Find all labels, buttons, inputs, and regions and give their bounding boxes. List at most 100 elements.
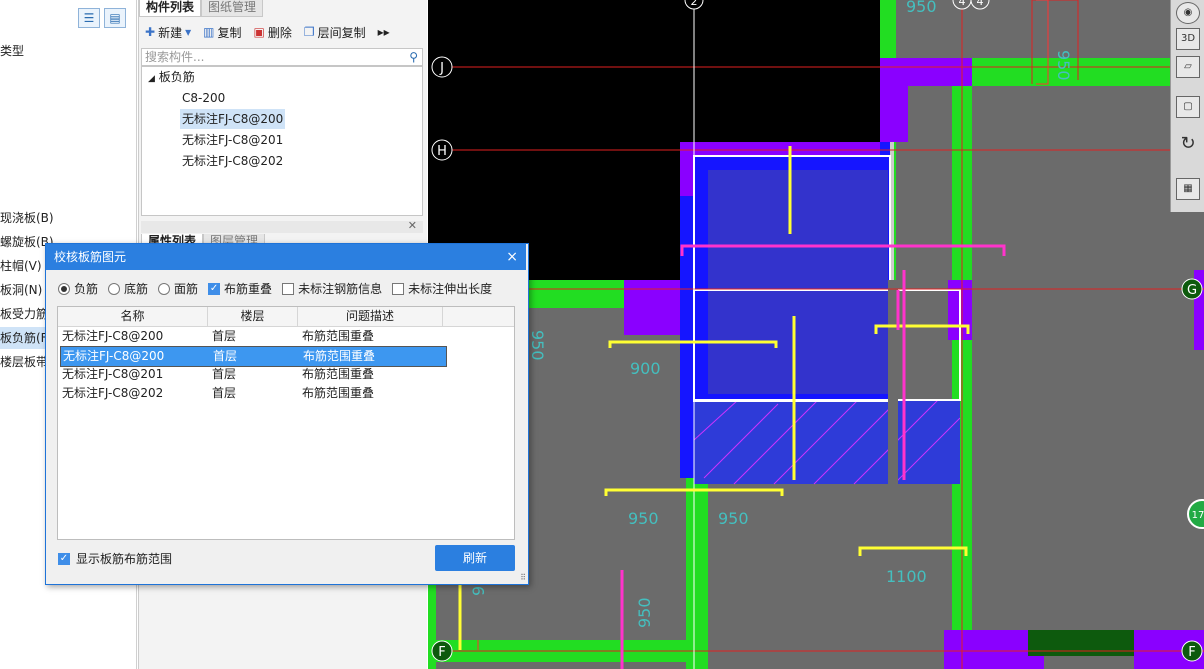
cell-issue: 布筋范围重叠 xyxy=(302,329,375,343)
copy-button[interactable]: ▥ 复制 xyxy=(203,24,241,41)
panel-splitter[interactable]: ✕ xyxy=(141,219,423,233)
new-icon: ✚ xyxy=(145,25,156,39)
column-header-issue[interactable]: 问题描述 xyxy=(298,307,443,326)
orbit-icon[interactable]: ◉ xyxy=(1176,2,1200,24)
dimension-label: 950 xyxy=(628,509,659,528)
axis-bubble: F xyxy=(1181,640,1203,662)
delete-button[interactable]: ▣ 删除 xyxy=(253,24,291,41)
beam-dark xyxy=(1028,630,1138,656)
floor-copy-button[interactable]: ❐ 层间复制 xyxy=(304,24,366,41)
table-row[interactable]: 无标注FJ-C8@201 首层 布筋范围重叠 xyxy=(60,365,445,384)
column-header-name[interactable]: 名称 xyxy=(58,307,208,326)
radio-label: 面筋 xyxy=(174,282,199,296)
cell-name: 无标注FJ-C8@200 xyxy=(62,329,164,343)
cad-canvas[interactable]: J H G F F 2 4 4 17 900 950 950 1100 950 … xyxy=(428,0,1204,669)
cell-name: 无标注FJ-C8@201 xyxy=(62,367,164,381)
checkbox-unlabeled-length[interactable]: 未标注伸出长度 xyxy=(392,280,492,297)
more-tools-button[interactable]: ▸▸ xyxy=(378,25,390,39)
tree-item[interactable]: C8-200 xyxy=(180,88,227,108)
checkbox-icon[interactable] xyxy=(282,282,295,295)
cell-floor: 首层 xyxy=(212,329,237,343)
column-header-floor[interactable]: 楼层 xyxy=(208,307,298,326)
column-block xyxy=(880,86,908,142)
search-icon[interactable]: ⚲ xyxy=(409,49,418,65)
checkbox-icon[interactable]: ✓ xyxy=(58,552,70,565)
resize-grip-icon[interactable]: ⠿ xyxy=(520,573,526,582)
nav-item-type[interactable]: 类型 xyxy=(0,40,24,62)
tree-group-label: 板负筋 xyxy=(158,70,195,84)
nav-item-column-cap[interactable]: 柱帽(V) xyxy=(0,255,42,277)
table-row[interactable]: 无标注FJ-C8@202 首层 布筋范围重叠 xyxy=(60,384,445,403)
close-icon[interactable]: × xyxy=(506,244,518,270)
tree-item[interactable]: 无标注FJ-C8@201 xyxy=(180,130,285,150)
plan-view-icon[interactable]: ▱ xyxy=(1176,56,1200,78)
tab-component-list[interactable]: 构件列表 xyxy=(139,0,202,17)
cell-issue: 布筋范围重叠 xyxy=(303,349,376,363)
component-tree: ◢ 板负筋 C8-200 无标注FJ-C8@200 无标注FJ-C8@201 无… xyxy=(141,66,423,216)
rebar-overlap-region xyxy=(708,170,888,394)
left-nav-toolbar: ☰ ▤ xyxy=(78,8,126,28)
new-button[interactable]: ✚ 新建 ▾ xyxy=(145,24,191,41)
list-view-icon[interactable]: ☰ xyxy=(78,8,100,28)
cell-floor: 首层 xyxy=(212,386,237,400)
tree-item-selected[interactable]: 无标注FJ-C8@200 xyxy=(180,109,286,129)
cell-name: 无标注FJ-C8@200 xyxy=(63,349,165,363)
box-view-icon[interactable]: ▢ xyxy=(1176,96,1200,118)
detail-view-icon[interactable]: ▤ xyxy=(104,8,126,28)
dialog-title: 校核板筋图元 xyxy=(54,250,127,264)
cell-floor: 首层 xyxy=(212,367,237,381)
checkbox-icon[interactable]: ✓ xyxy=(208,282,221,295)
cell-floor: 首层 xyxy=(213,349,238,363)
dropdown-arrow-icon[interactable]: ▾ xyxy=(185,25,191,39)
table-row[interactable]: 无标注FJ-C8@200 首层 布筋范围重叠 xyxy=(60,327,445,346)
dimension-label: 950 xyxy=(528,330,547,361)
dimension-label: 950 xyxy=(906,0,937,16)
checkbox-icon[interactable] xyxy=(392,282,405,295)
copy-label: 复制 xyxy=(217,25,242,40)
axis-label-f-right: F xyxy=(1188,645,1195,660)
tree-group-node[interactable]: ◢ 板负筋 xyxy=(146,67,197,87)
dimension-label: 1100 xyxy=(886,567,927,586)
dimension-label: 950 xyxy=(635,597,654,628)
copy-icon: ▥ xyxy=(203,25,215,39)
dimension-label: 950 xyxy=(1054,50,1073,81)
component-toolbar: ✚ 新建 ▾ ▥ 复制 ▣ 删除 ❐ 层间复制 ▸▸ xyxy=(139,20,427,44)
radio-icon[interactable] xyxy=(158,282,171,295)
component-search-input[interactable]: 搜索构件... ⚲ xyxy=(141,48,423,66)
axis-bubble: J xyxy=(431,56,453,78)
delete-label: 删除 xyxy=(267,25,292,40)
collapse-arrow-icon[interactable]: ◢ xyxy=(148,74,155,84)
nav-item-cast-slab[interactable]: 现浇板(B) xyxy=(0,207,54,229)
dialog-options: 负筋 底筋 面筋 ✓ 布筋重叠 未标注钢筋信息 未标注伸出长度 xyxy=(58,280,492,297)
checkbox-label: 未标注钢筋信息 xyxy=(298,282,383,296)
column-block xyxy=(680,142,880,156)
table-row-selected[interactable]: 无标注FJ-C8@200 首层 布筋范围重叠 xyxy=(60,346,447,367)
radio-negative-rebar[interactable]: 负筋 xyxy=(58,280,98,297)
radio-bottom-rebar[interactable]: 底筋 xyxy=(108,280,148,297)
radio-top-rebar[interactable]: 面筋 xyxy=(158,280,198,297)
close-icon[interactable]: ✕ xyxy=(408,219,417,232)
new-label: 新建 xyxy=(158,25,183,40)
dimension-label: 900 xyxy=(630,359,661,378)
3d-view-icon[interactable]: 3D xyxy=(1176,28,1200,50)
nav-item-slab-hole[interactable]: 板洞(N) xyxy=(0,279,42,301)
radio-icon[interactable] xyxy=(108,282,121,295)
tab-drawing-management[interactable]: 图纸管理 xyxy=(201,0,264,17)
checkbox-label: 未标注伸出长度 xyxy=(408,282,493,296)
radio-icon[interactable] xyxy=(58,282,70,295)
issue-table: 名称 楼层 问题描述 无标注FJ-C8@200 首层 布筋范围重叠 无标注FJ-… xyxy=(57,306,515,540)
layer-grid-icon[interactable]: ▦ xyxy=(1176,178,1200,200)
view-toolbar: ◉ 3D ▱ ▢ ↻ ▦ xyxy=(1170,0,1204,212)
checkbox-label: 布筋重叠 xyxy=(224,282,273,296)
rotate-icon[interactable]: ↻ xyxy=(1176,134,1200,156)
dialog-title-bar[interactable]: 校核板筋图元 × xyxy=(46,244,526,270)
dimension-label: 950 xyxy=(718,509,749,528)
tree-item[interactable]: 无标注FJ-C8@202 xyxy=(180,151,285,171)
side-badge-label: 17 xyxy=(1192,510,1204,521)
axis-label-g: G xyxy=(1187,283,1197,298)
checkbox-unlabeled-info[interactable]: 未标注钢筋信息 xyxy=(282,280,382,297)
refresh-button[interactable]: 刷新 xyxy=(435,545,515,571)
delete-icon: ▣ xyxy=(253,25,265,39)
show-range-option[interactable]: ✓ 显示板筋布筋范围 xyxy=(58,550,172,567)
checkbox-overlap[interactable]: ✓ 布筋重叠 xyxy=(208,280,272,297)
